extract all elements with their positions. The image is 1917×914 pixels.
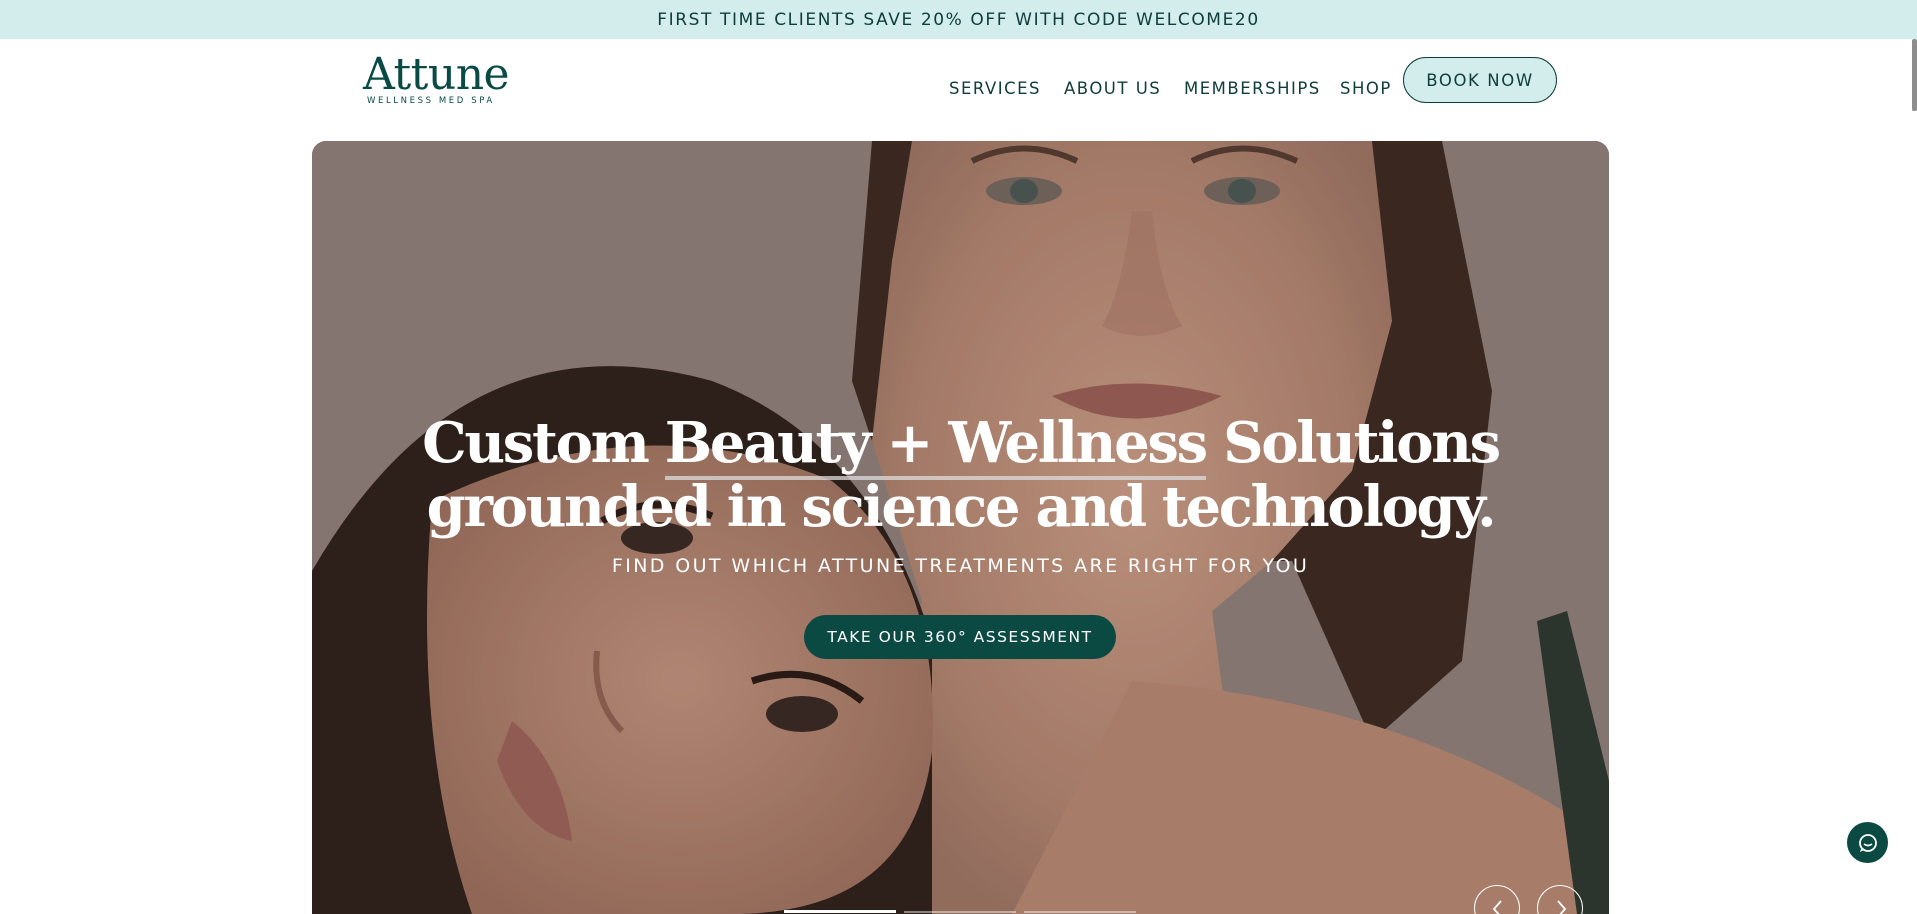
hero-subheading: FIND OUT WHICH ATTUNE TREATMENTS ARE RIG… (611, 555, 1310, 577)
headline-underlined: Beauty + Wellness (664, 410, 1208, 480)
announcement-bar: FIRST TIME CLIENTS SAVE 20% OFF WITH COD… (0, 0, 1917, 39)
nav-memberships[interactable]: MEMBERSHIPS (1184, 69, 1321, 109)
scrollbar-thumb[interactable] (1912, 39, 1917, 111)
prev-slide-button[interactable] (1474, 885, 1520, 914)
headline-part2: Solutions (1205, 410, 1501, 476)
logo-tagline: WELLNESS MED SPA (367, 96, 495, 106)
slide-indicator-3[interactable] (1024, 911, 1136, 913)
book-now-button[interactable]: BOOK NOW (1403, 57, 1557, 103)
logo-wordmark: Attune (363, 49, 510, 100)
assessment-cta-button[interactable]: TAKE OUR 360° ASSESSMENT (804, 615, 1116, 659)
headline-part1: Custom (422, 410, 665, 476)
slide-indicator-2[interactable] (904, 911, 1016, 913)
headline-line2: grounded in science and technology. (426, 474, 1497, 540)
chat-icon (1858, 833, 1877, 852)
site-header: Attune WELLNESS MED SPA SERVICES ABOUT U… (0, 39, 1917, 141)
chevron-right-icon (1557, 900, 1567, 914)
hero-headline: Custom Beauty + Wellness Solutions groun… (312, 410, 1609, 540)
chevron-left-icon (1492, 900, 1502, 914)
nav-about-us[interactable]: ABOUT US (1064, 69, 1161, 109)
slide-indicator-1[interactable] (784, 910, 896, 913)
next-slide-button[interactable] (1537, 885, 1583, 914)
nav-services[interactable]: SERVICES (949, 69, 1041, 109)
announcement-text: FIRST TIME CLIENTS SAVE 20% OFF WITH COD… (657, 9, 1260, 30)
logo[interactable]: Attune WELLNESS MED SPA (363, 49, 510, 107)
nav-shop[interactable]: SHOP (1340, 69, 1392, 109)
chat-widget-button[interactable] (1847, 822, 1888, 863)
hero-slider: Custom Beauty + Wellness Solutions groun… (312, 141, 1609, 914)
